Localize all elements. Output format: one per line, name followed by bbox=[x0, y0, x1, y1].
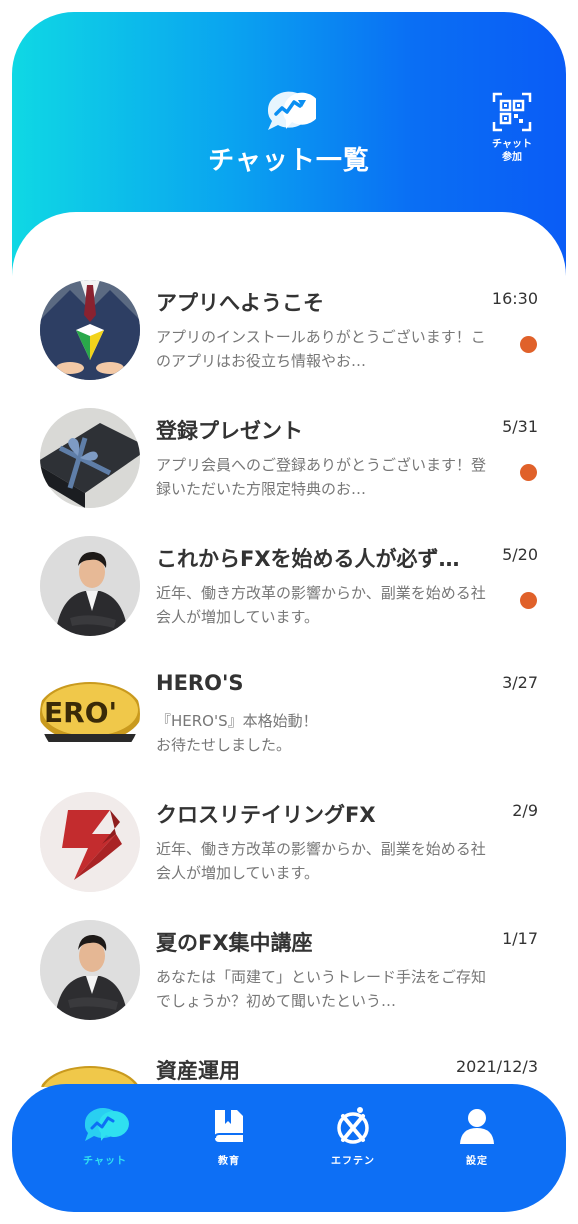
chat-chart-logo-icon bbox=[262, 88, 320, 136]
heros-logo-lettering: ERO' bbox=[44, 696, 117, 729]
chat-item-asset-management[interactable]: 資産運用 2021/12/3 bbox=[12, 1035, 566, 1087]
chat-preview: アプリ会員へのご登録ありがとうございます！登録いただいた方限定特典のお… bbox=[156, 456, 486, 498]
chat-preview: 『HERO'S』本格始動！ お待たせしました。 bbox=[156, 712, 318, 754]
chat-icon bbox=[84, 1107, 129, 1141]
join-chat-qr-button[interactable]: チャット 参加 bbox=[486, 92, 538, 182]
chat-title: 資産運用 bbox=[156, 1059, 240, 1083]
chat-time: 1/17 bbox=[502, 929, 538, 948]
nav-tab-chat[interactable]: チャット bbox=[60, 1106, 150, 1176]
qr-label-line1: チャット bbox=[492, 139, 532, 150]
avatar bbox=[40, 920, 140, 1020]
user-icon bbox=[460, 1109, 494, 1144]
chat-preview: 近年、働き方改革の影響からか、副業を始める社会人が増加しています。 bbox=[156, 840, 486, 882]
unread-badge bbox=[520, 464, 537, 481]
chat-item-present[interactable]: 登録プレゼント 5/31 アプリ会員へのご登録ありがとうございます！登録いただい… bbox=[12, 395, 566, 523]
chat-time: 5/20 bbox=[502, 545, 538, 564]
chat-item-summer-fx[interactable]: 夏のFX集中講座 1/17 あなたは「両建て」というトレード手法をご存知でしょう… bbox=[12, 907, 566, 1035]
chat-title: アプリへようこそ bbox=[156, 291, 324, 315]
chat-item-fx-beginners[interactable]: これからFXを始める人が必ず… 5/20 近年、働き方改革の影響からか、副業を始… bbox=[12, 523, 566, 651]
nav-label-settings: 設定 bbox=[466, 1156, 488, 1167]
unread-badge bbox=[520, 592, 537, 609]
chat-item-heros[interactable]: ERO' HERO'S 3/27 『HERO'S』本格始動！ お待たせしました。 bbox=[12, 651, 566, 779]
nav-tab-education[interactable]: 教育 bbox=[184, 1106, 274, 1176]
nav-tab-ften[interactable]: エフテン bbox=[308, 1106, 398, 1176]
qr-code-icon bbox=[492, 92, 532, 132]
chat-time: 2021/12/3 bbox=[455, 1057, 538, 1076]
chat-time: 16:30 bbox=[491, 289, 538, 308]
chat-title: HERO'S bbox=[156, 671, 244, 695]
nav-label-education: 教育 bbox=[218, 1156, 240, 1167]
avatar bbox=[40, 408, 140, 508]
qr-label-line2: 参加 bbox=[502, 152, 522, 163]
chat-title: クロスリテイリングFX bbox=[156, 803, 376, 827]
chat-time: 5/31 bbox=[502, 417, 538, 436]
chat-time: 2/9 bbox=[512, 801, 538, 820]
chat-item-cross-retailing[interactable]: クロスリテイリングFX 2/9 近年、働き方改革の影響からか、副業を始める社会人… bbox=[12, 779, 566, 907]
chat-item-welcome[interactable]: アプリへようこそ 16:30 アプリのインストールありがとうございます！このアプ… bbox=[12, 267, 566, 395]
cross-retailing-logo-avatar bbox=[40, 792, 140, 892]
chat-title: 夏のFX集中講座 bbox=[156, 931, 313, 955]
nav-tab-settings[interactable]: 設定 bbox=[432, 1106, 522, 1176]
chat-title: 登録プレゼント bbox=[156, 419, 303, 443]
unread-badge bbox=[520, 336, 537, 353]
bottom-navigation: チャット 教育 エフテン 設定 bbox=[12, 1084, 566, 1212]
heros-logo-avatar: ERO' bbox=[40, 664, 140, 764]
avatar bbox=[40, 536, 140, 636]
chat-preview: あなたは「両建て」というトレード手法をご存知でしょうか？初めて聞いたという… bbox=[156, 968, 486, 1010]
book-icon bbox=[214, 1110, 243, 1142]
nav-label-ften: エフテン bbox=[331, 1156, 375, 1167]
chat-preview: 近年、働き方改革の影響からか、副業を始める社会人が増加しています。 bbox=[156, 584, 486, 626]
chat-title: これからFXを始める人が必ず… bbox=[156, 547, 460, 571]
app-screen: チャット一覧 チャット 参加 アプリへようこそ 16:30 アプリのインストール… bbox=[12, 12, 566, 1212]
heros-logo-avatar bbox=[40, 1048, 140, 1087]
avatar bbox=[40, 280, 140, 380]
chat-time: 3/27 bbox=[502, 673, 538, 692]
chat-list: アプリへようこそ 16:30 アプリのインストールありがとうございます！このアプ… bbox=[12, 267, 566, 1087]
ften-logo-icon bbox=[337, 1107, 369, 1144]
nav-label-chat: チャット bbox=[83, 1156, 127, 1167]
page-title: チャット一覧 bbox=[208, 146, 370, 176]
chat-preview: アプリのインストールありがとうございます！このアプリはお役立ち情報やお… bbox=[156, 328, 486, 370]
